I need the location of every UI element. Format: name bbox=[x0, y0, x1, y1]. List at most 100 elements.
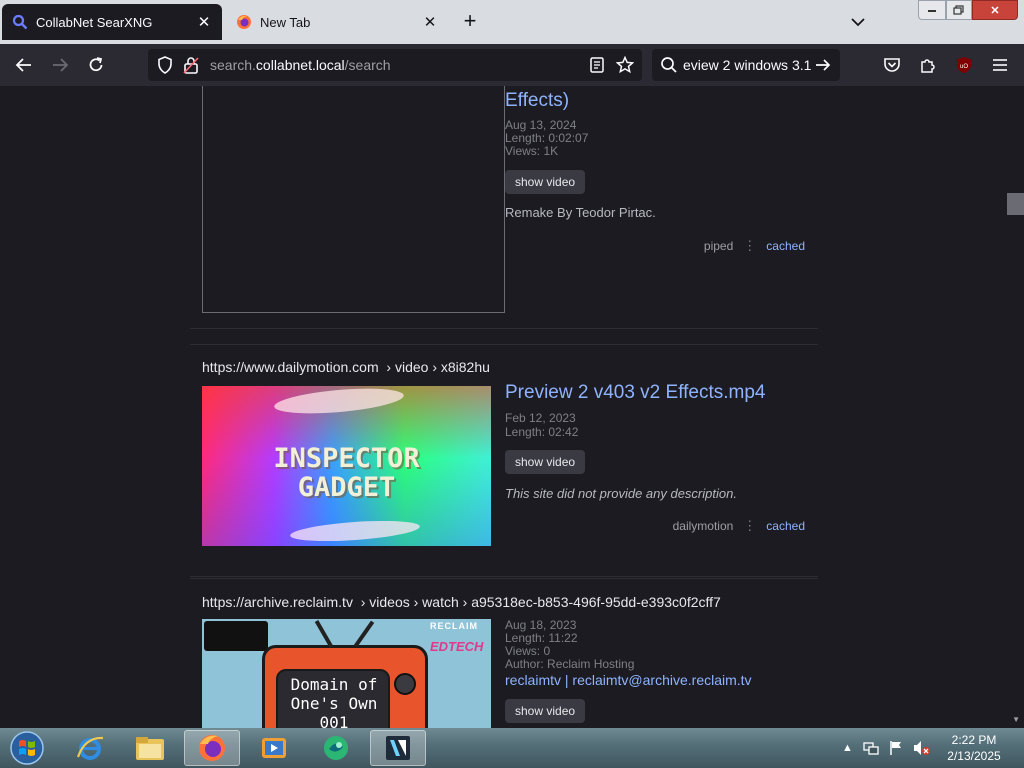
list-all-tabs-chevron-icon[interactable] bbox=[846, 10, 870, 34]
tab-title: CollabNet SearXNG bbox=[36, 14, 153, 30]
tab-collabnet-searxng[interactable]: CollabNet SearXNG ✕ bbox=[2, 4, 222, 40]
navigation-toolbar: search.collabnet.local/search eview 2 wi… bbox=[0, 44, 1024, 86]
result-url-host: https://www.dailymotion.com bbox=[202, 359, 379, 375]
forward-arrow-icon[interactable] bbox=[46, 51, 74, 79]
window-minimize-button[interactable] bbox=[918, 0, 946, 20]
show-video-button[interactable]: show video bbox=[505, 170, 586, 194]
more-vertical-dots-icon: ⋮ bbox=[743, 238, 757, 253]
video-thumbnail-inspector-gadget[interactable]: INSPECTOR GADGET bbox=[202, 386, 491, 546]
file-explorer-folder-icon[interactable] bbox=[122, 730, 178, 766]
page-scrollbar[interactable]: ▼ bbox=[1007, 86, 1024, 728]
video-thumbnail-empty[interactable] bbox=[202, 86, 505, 313]
cached-link[interactable]: cached bbox=[766, 519, 805, 533]
thumbnail-text: Domain of bbox=[290, 675, 378, 694]
close-tab-icon[interactable]: ✕ bbox=[194, 12, 214, 32]
thumbnail-text: 001 bbox=[319, 713, 349, 728]
show-video-button[interactable]: show video bbox=[505, 699, 586, 723]
search-go-arrow-icon[interactable] bbox=[814, 56, 832, 74]
result-divider bbox=[190, 576, 818, 577]
messenger-app-icon[interactable] bbox=[308, 730, 364, 766]
result-date: Feb 12, 2023 bbox=[505, 411, 576, 425]
reload-icon[interactable] bbox=[82, 51, 110, 79]
search-result: https://www.dailymotion.com › video › x8… bbox=[190, 344, 818, 577]
windows-taskbar: ▲ 2:22 PM 2/13/2025 bbox=[0, 728, 1024, 768]
search-icon bbox=[661, 57, 677, 73]
result-url-breadcrumb: › videos › watch › a95318ec-b853-496f-95… bbox=[360, 594, 721, 610]
media-player-icon[interactable] bbox=[246, 730, 302, 766]
result-views: Views: 1K bbox=[505, 144, 559, 158]
svg-text:uO: uO bbox=[960, 64, 968, 70]
engine-label: dailymotion bbox=[672, 519, 734, 533]
thumbnail-text: One's Own bbox=[290, 694, 378, 713]
windows-logo-icon bbox=[10, 731, 44, 765]
tracking-protection-shield-icon[interactable] bbox=[156, 56, 174, 74]
firefox-favicon-icon bbox=[237, 15, 251, 29]
cached-link[interactable]: cached bbox=[766, 239, 805, 253]
firefox-taskbar-icon[interactable] bbox=[184, 730, 240, 766]
thumbnail-brand-text: EDTECH bbox=[430, 639, 484, 654]
extensions-puzzle-icon[interactable] bbox=[914, 51, 942, 79]
search-result: Effects) Aug 13, 2024 Length: 0:02:07 Vi… bbox=[190, 86, 818, 329]
author-channel-link[interactable]: reclaimtv | reclaimtv@archive.reclaim.tv bbox=[505, 672, 752, 688]
url-text[interactable]: search.collabnet.local/search bbox=[210, 57, 391, 73]
search-query-text[interactable]: eview 2 windows 3.1 bbox=[683, 57, 811, 73]
insecure-lock-icon[interactable] bbox=[182, 56, 200, 74]
result-title-link[interactable]: Preview 2 v403 v2 Effects.mp4 bbox=[505, 382, 766, 404]
result-url-breadcrumb: › video › x8i82hu bbox=[386, 359, 490, 375]
clock-date: 2/13/2025 bbox=[947, 749, 1001, 763]
tab-new-tab[interactable]: New Tab ✕ bbox=[226, 4, 448, 40]
url-path: /search bbox=[344, 57, 391, 73]
result-url[interactable]: https://www.dailymotion.com › video › x8… bbox=[202, 359, 490, 375]
result-description: Remake By Teodor Pirtac. bbox=[505, 205, 656, 220]
start-button[interactable] bbox=[2, 730, 52, 766]
ublock-origin-icon[interactable]: uO bbox=[950, 51, 978, 79]
result-engines: dailymotion ⋮ cached bbox=[673, 518, 805, 534]
scroll-down-arrow-icon[interactable]: ▼ bbox=[1012, 715, 1020, 724]
search-bar[interactable]: eview 2 windows 3.1 bbox=[652, 49, 840, 81]
url-prefix: search. bbox=[210, 57, 256, 73]
engine-label: piped bbox=[703, 239, 734, 253]
show-video-button[interactable]: show video bbox=[505, 450, 586, 474]
new-tab-plus-icon[interactable]: + bbox=[458, 8, 482, 33]
video-thumbnail-reclaim-tv[interactable]: Domain of One's Own 001 RECLAIM EDTECH bbox=[202, 619, 491, 728]
page-viewport: Effects) Aug 13, 2024 Length: 0:02:07 Vi… bbox=[0, 86, 1024, 728]
search-result: https://archive.reclaim.tv › videos › wa… bbox=[190, 578, 818, 728]
hamburger-menu-icon[interactable] bbox=[986, 51, 1014, 79]
volume-muted-icon[interactable] bbox=[913, 740, 931, 756]
action-center-flag-icon[interactable] bbox=[889, 740, 903, 756]
pocket-icon[interactable] bbox=[878, 51, 906, 79]
window-close-button[interactable]: ✕ bbox=[972, 0, 1018, 20]
result-title-link[interactable]: Effects) bbox=[505, 90, 569, 112]
tab-title: New Tab bbox=[260, 14, 311, 30]
thumbnail-text: INSPECTOR bbox=[273, 443, 420, 474]
result-length: Length: 02:42 bbox=[505, 425, 579, 439]
thumbnail-brand-text: RECLAIM bbox=[430, 621, 478, 631]
network-icon[interactable] bbox=[863, 740, 879, 756]
reader-view-icon[interactable] bbox=[588, 56, 606, 74]
searxng-favicon-icon bbox=[12, 14, 28, 30]
video-editor-icon[interactable] bbox=[370, 730, 426, 766]
tab-strip: CollabNet SearXNG ✕ New Tab ✕ + ✕ bbox=[0, 0, 1024, 44]
result-divider bbox=[190, 328, 818, 329]
more-vertical-dots-icon: ⋮ bbox=[743, 518, 757, 533]
clock-time: 2:22 PM bbox=[951, 733, 997, 747]
address-bar[interactable]: search.collabnet.local/search bbox=[148, 49, 642, 81]
url-host: collabnet.local bbox=[255, 57, 345, 73]
result-url-host: https://archive.reclaim.tv bbox=[202, 594, 353, 610]
result-author: Author: Reclaim Hosting bbox=[505, 657, 635, 671]
result-engines: piped ⋮ cached bbox=[704, 238, 805, 254]
show-hidden-icons-arrow-icon[interactable]: ▲ bbox=[842, 742, 853, 754]
thumbnail-text: GADGET bbox=[297, 472, 396, 503]
taskbar-clock[interactable]: 2:22 PM 2/13/2025 bbox=[938, 732, 1010, 764]
close-tab-icon[interactable]: ✕ bbox=[420, 12, 440, 32]
internet-explorer-icon[interactable] bbox=[62, 730, 118, 766]
window-restore-button[interactable] bbox=[946, 0, 972, 20]
result-description: This site did not provide any descriptio… bbox=[505, 486, 737, 501]
system-tray: ▲ bbox=[842, 736, 931, 760]
scrollbar-thumb[interactable] bbox=[1007, 193, 1024, 215]
result-divider bbox=[190, 344, 818, 345]
result-url[interactable]: https://archive.reclaim.tv › videos › wa… bbox=[202, 594, 721, 610]
back-arrow-icon[interactable] bbox=[10, 51, 38, 79]
bookmark-star-icon[interactable] bbox=[616, 56, 634, 74]
result-divider bbox=[190, 578, 818, 579]
